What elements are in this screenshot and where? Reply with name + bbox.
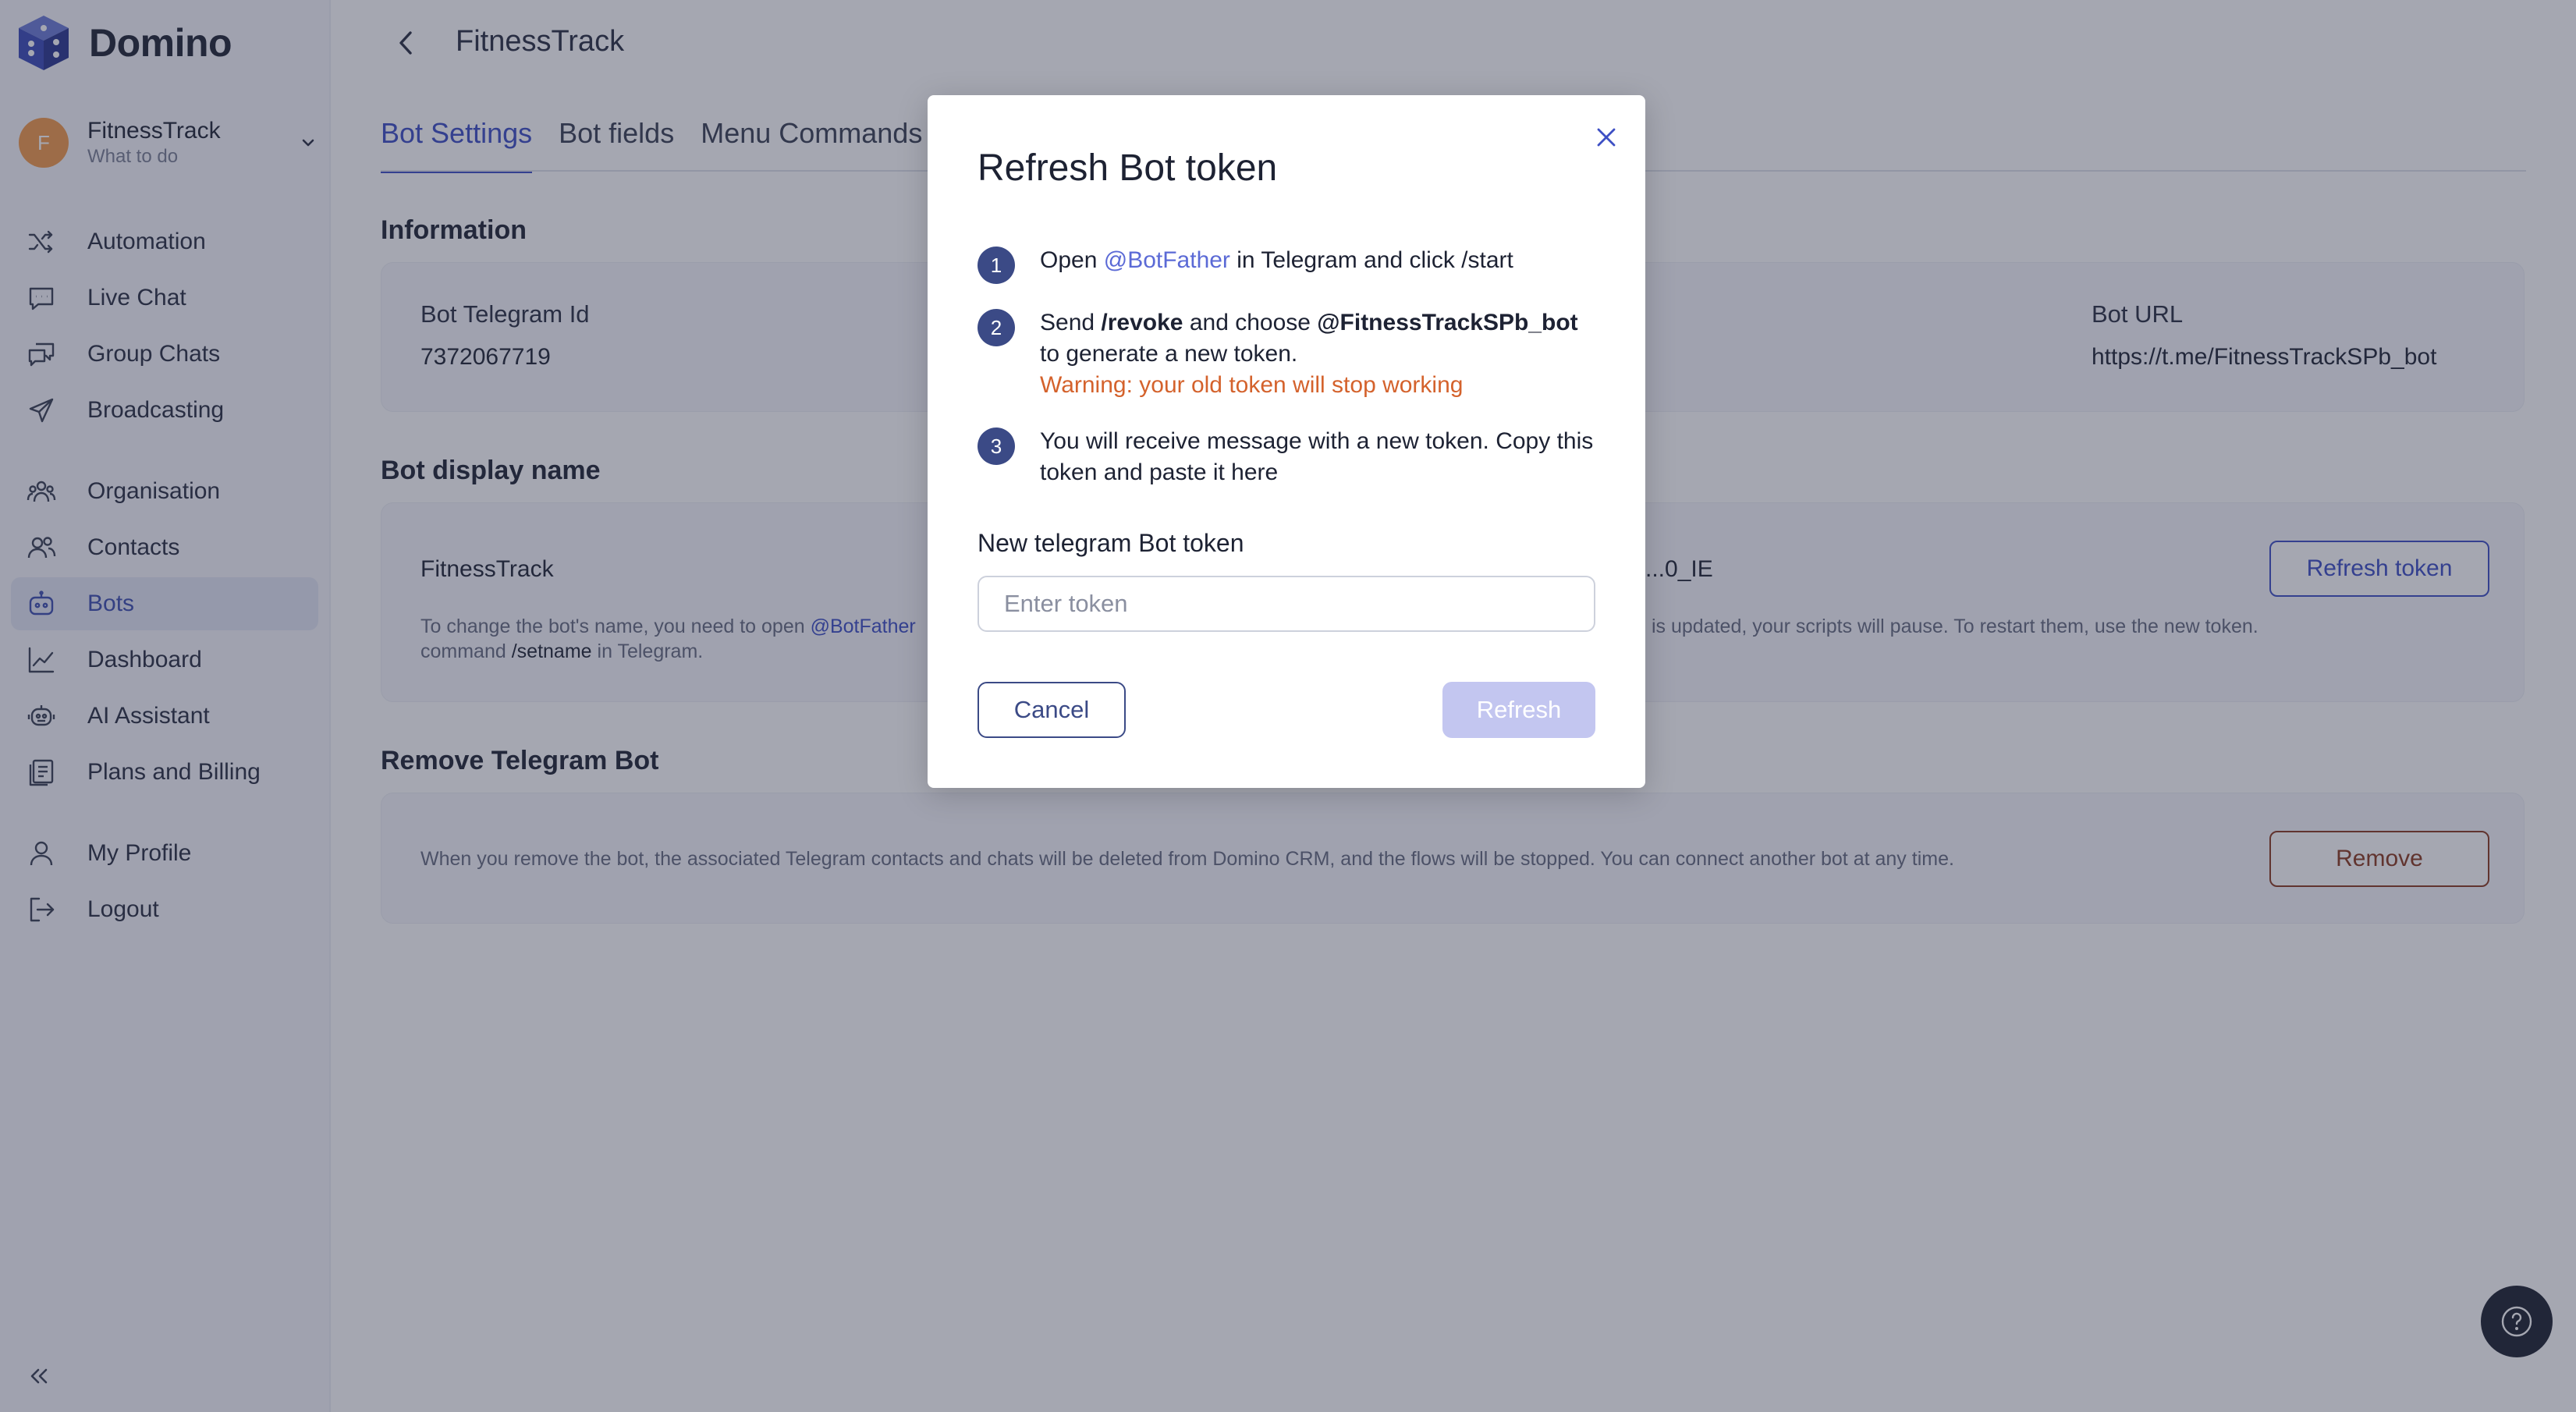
refresh-token-dialog: Refresh Bot token 1 Open @BotFather in T… bbox=[928, 95, 1645, 788]
token-field-label: New telegram Bot token bbox=[978, 529, 1244, 557]
step-text-part: Open bbox=[1040, 247, 1104, 273]
step-number: 2 bbox=[978, 309, 1015, 346]
step-2-text: Send /revoke and choose @FitnessTrackSPb… bbox=[1040, 307, 1595, 401]
step-text-part: Send bbox=[1040, 310, 1102, 335]
dialog-title: Refresh Bot token bbox=[978, 147, 1278, 189]
step-text-part: and choose bbox=[1183, 310, 1318, 335]
revoke-command: /revoke bbox=[1101, 310, 1183, 335]
step-number: 3 bbox=[978, 428, 1015, 465]
step-text-part: in Telegram and click /start bbox=[1229, 247, 1513, 273]
step-number: 1 bbox=[978, 247, 1015, 284]
close-icon[interactable] bbox=[1588, 119, 1625, 156]
step-1-text: Open @BotFather in Telegram and click /s… bbox=[1040, 245, 1595, 276]
token-input[interactable] bbox=[978, 576, 1595, 632]
cancel-button[interactable]: Cancel bbox=[978, 682, 1126, 738]
step-3-text: You will receive message with a new toke… bbox=[1040, 428, 1594, 485]
refresh-button[interactable]: Refresh bbox=[1442, 682, 1595, 738]
botfather-link[interactable]: @BotFather bbox=[1104, 247, 1230, 273]
bot-username: @FitnessTrackSPb_bot bbox=[1317, 310, 1578, 335]
warning-text: Warning: your old token will stop workin… bbox=[1040, 372, 1464, 398]
step-text-part: to generate a new token. bbox=[1040, 341, 1298, 367]
